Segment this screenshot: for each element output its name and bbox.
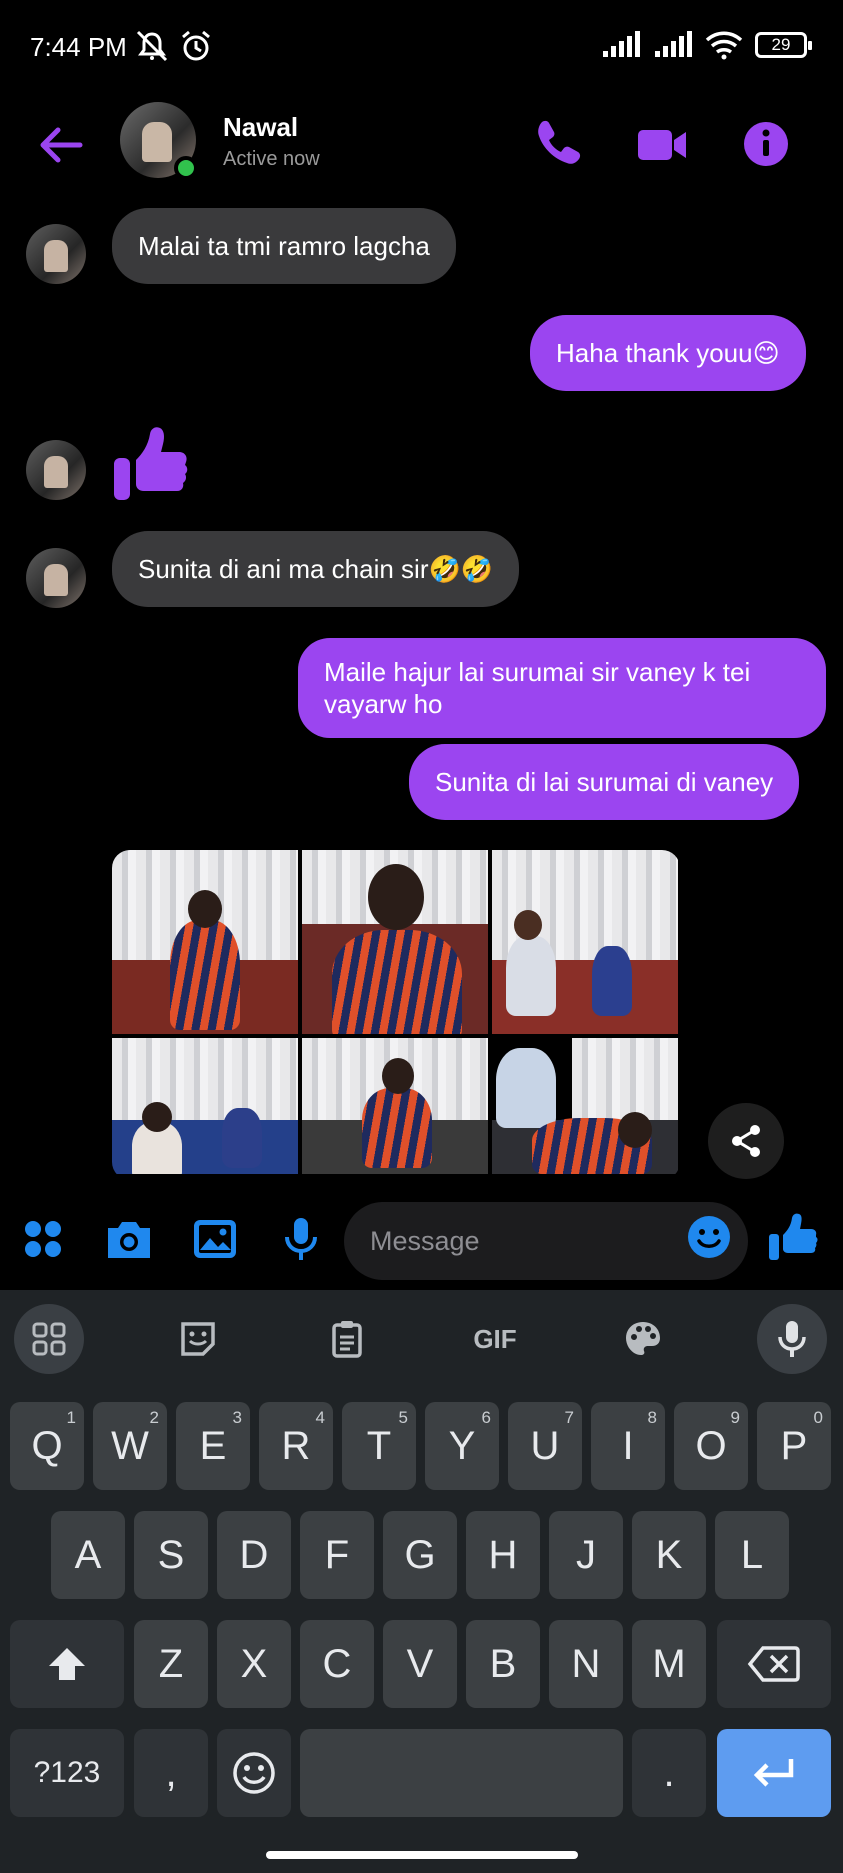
contact-status: Active now <box>223 148 320 170</box>
emoji-icon <box>233 1752 275 1794</box>
clipboard-icon <box>332 1321 362 1358</box>
key-m[interactable]: M <box>632 1620 706 1708</box>
key-s[interactable]: S <box>134 1511 208 1599</box>
key-h[interactable]: H <box>466 1511 540 1599</box>
message-text: Haha thank youu😊 <box>556 338 780 368</box>
contact-name[interactable]: Nawal <box>223 112 298 143</box>
thumbs-up-icon[interactable] <box>766 1210 818 1262</box>
message-text: Malai ta tmi ramro lagcha <box>138 231 430 261</box>
key-v[interactable]: V <box>383 1620 457 1708</box>
voice-input-button[interactable] <box>757 1304 827 1374</box>
signal-icon <box>603 31 640 57</box>
microphone-icon <box>778 1321 806 1357</box>
sticker-button[interactable] <box>163 1304 233 1374</box>
theme-button[interactable] <box>608 1304 678 1374</box>
gallery-icon[interactable] <box>190 1214 240 1264</box>
sender-avatar[interactable] <box>26 440 86 500</box>
shift-key[interactable] <box>10 1620 124 1708</box>
photo-thumbnail[interactable] <box>112 1038 298 1174</box>
comma-key[interactable]: , <box>134 1729 208 1817</box>
key-w[interactable]: W2 <box>93 1402 167 1490</box>
message-text: Maile hajur lai surumai sir vaney k tei … <box>324 657 751 719</box>
sender-avatar[interactable] <box>26 224 86 284</box>
key-c[interactable]: C <box>300 1620 374 1708</box>
status-bar: 7:44 PM 29 <box>0 0 843 100</box>
backspace-icon <box>747 1646 800 1682</box>
status-time: 7:44 PM <box>30 32 127 62</box>
home-indicator[interactable] <box>266 1851 578 1859</box>
video-call-icon[interactable] <box>632 114 692 174</box>
key-j[interactable]: J <box>549 1511 623 1599</box>
key-f[interactable]: F <box>300 1511 374 1599</box>
keyboard-apps-button[interactable] <box>14 1304 84 1374</box>
key-t[interactable]: T5 <box>342 1402 416 1490</box>
backspace-key[interactable] <box>717 1620 831 1708</box>
microphone-icon[interactable] <box>276 1214 326 1264</box>
on-screen-keyboard: GIF Q1 W2 E3 R4 T5 Y6 U7 I8 O9 P0 A S D … <box>0 1290 843 1873</box>
emoji-key[interactable] <box>217 1729 291 1817</box>
key-k[interactable]: K <box>632 1511 706 1599</box>
photo-thumbnail[interactable] <box>302 1038 488 1174</box>
key-g[interactable]: G <box>383 1511 457 1599</box>
message-outgoing[interactable]: Sunita di lai surumai di vaney <box>409 744 800 820</box>
key-r[interactable]: R4 <box>259 1402 333 1490</box>
key-a[interactable]: A <box>51 1511 125 1599</box>
share-button[interactable] <box>708 1103 784 1179</box>
key-z[interactable]: Z <box>134 1620 208 1708</box>
message-outgoing[interactable]: Maile hajur lai surumai sir vaney k tei … <box>298 638 826 738</box>
symbols-key[interactable]: ?123 <box>10 1729 124 1817</box>
alarm-icon <box>182 30 210 61</box>
shift-icon <box>49 1648 85 1680</box>
photo-album-message[interactable] <box>112 850 680 1180</box>
message-incoming[interactable]: Malai ta tmi ramro lagcha <box>112 208 456 284</box>
back-arrow-icon[interactable] <box>36 120 86 170</box>
mute-notification-icon <box>136 30 168 62</box>
info-icon[interactable] <box>736 114 796 174</box>
key-x[interactable]: X <box>217 1620 291 1708</box>
battery-level: 29 <box>771 35 791 54</box>
key-u[interactable]: U7 <box>508 1402 582 1490</box>
message-incoming[interactable]: Sunita di ani ma chain sir🤣🤣 <box>112 531 520 607</box>
wifi-icon <box>705 31 743 60</box>
key-i[interactable]: I8 <box>591 1402 665 1490</box>
share-icon <box>732 1125 760 1157</box>
enter-icon <box>753 1759 794 1787</box>
camera-icon[interactable] <box>104 1214 154 1264</box>
key-y[interactable]: Y6 <box>425 1402 499 1490</box>
space-bar[interactable] <box>300 1729 623 1817</box>
photo-thumbnail[interactable] <box>492 850 678 1034</box>
period-key[interactable]: . <box>632 1729 706 1817</box>
grid-icon <box>32 1322 66 1356</box>
photo-thumbnail[interactable] <box>112 850 298 1034</box>
sender-avatar[interactable] <box>26 548 86 608</box>
message-composer <box>0 1196 843 1286</box>
clipboard-button[interactable] <box>312 1304 382 1374</box>
key-n[interactable]: N <box>549 1620 623 1708</box>
key-d[interactable]: D <box>217 1511 291 1599</box>
key-b[interactable]: B <box>466 1620 540 1708</box>
key-p[interactable]: P0 <box>757 1402 831 1490</box>
gif-button[interactable]: GIF <box>460 1304 530 1374</box>
enter-key[interactable] <box>717 1729 831 1817</box>
emoji-icon[interactable] <box>686 1214 732 1260</box>
message-outgoing[interactable]: Haha thank youu😊 <box>530 315 806 391</box>
key-o[interactable]: O9 <box>674 1402 748 1490</box>
message-text: Sunita di lai surumai di vaney <box>435 767 774 797</box>
palette-icon <box>626 1322 660 1355</box>
message-text: Sunita di ani ma chain sir🤣🤣 <box>138 554 494 584</box>
chat-header: Nawal Active now <box>0 100 843 210</box>
key-q[interactable]: Q1 <box>10 1402 84 1490</box>
photo-thumbnail[interactable] <box>302 850 488 1034</box>
sticker-icon <box>181 1322 215 1356</box>
thumbs-up-sticker-icon[interactable] <box>110 420 192 504</box>
photo-thumbnail[interactable] <box>492 1038 678 1174</box>
apps-menu-icon[interactable] <box>18 1214 68 1264</box>
phone-call-icon[interactable] <box>528 114 588 174</box>
battery-icon: 29 <box>755 32 812 58</box>
signal-icon-2 <box>655 31 692 57</box>
key-l[interactable]: L <box>715 1511 789 1599</box>
online-indicator <box>174 156 198 180</box>
key-e[interactable]: E3 <box>176 1402 250 1490</box>
keyboard-toolbar: GIF <box>0 1290 843 1386</box>
